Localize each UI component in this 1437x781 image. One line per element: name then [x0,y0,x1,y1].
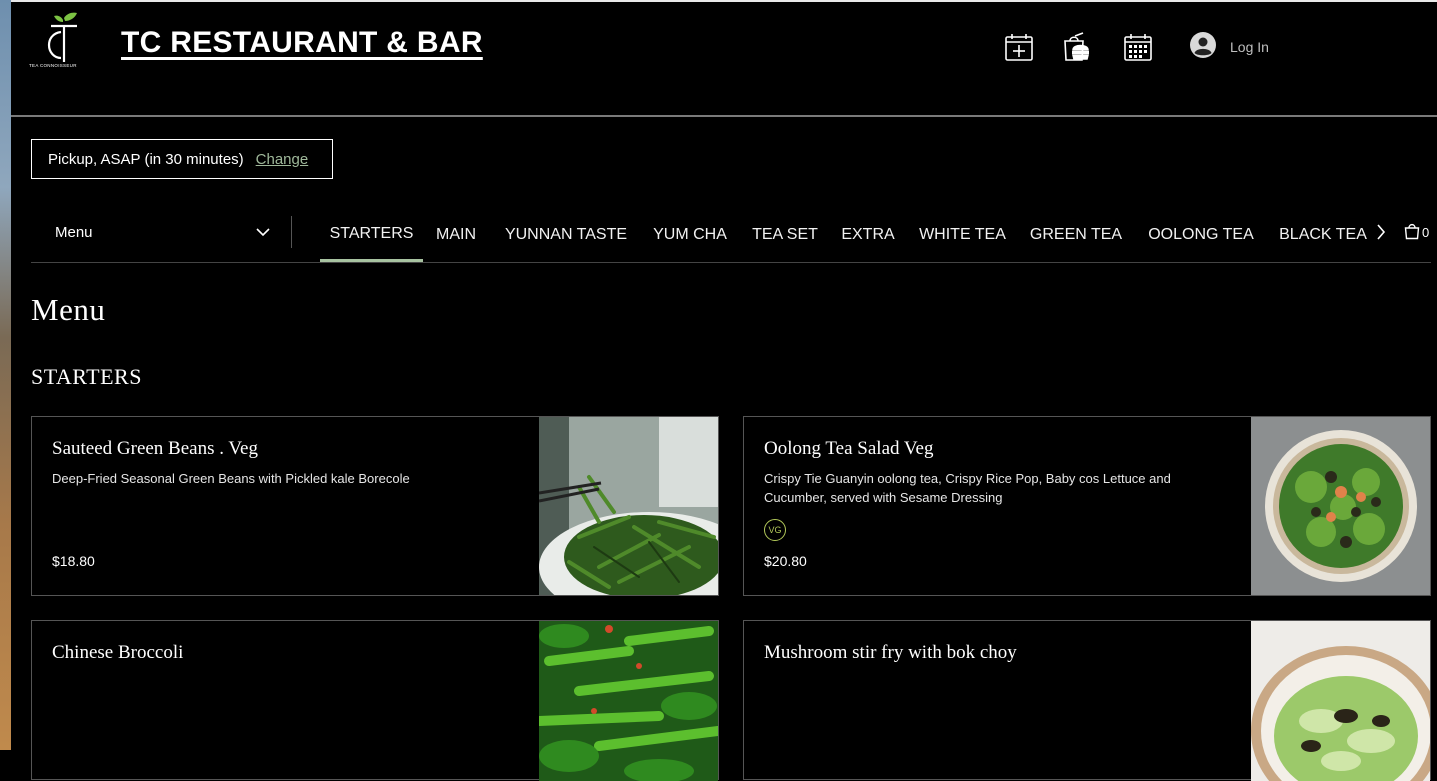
item-price: $18.80 [52,553,95,569]
tab-green-tea[interactable]: GREEN TEA [1028,208,1124,262]
oolong-tea-salad-photo [1251,417,1430,595]
login-label: Log In [1230,39,1269,55]
item-description: Crispy Tie Guanyin oolong tea, Crispy Ri… [764,471,1171,505]
tab-tea-set[interactable]: TEA SET [750,208,820,262]
menu-dropdown[interactable]: Menu [31,216,281,248]
tab-main[interactable]: MAIN [431,208,481,262]
tab-extra[interactable]: EXTRA [839,208,897,262]
tab-oolong-tea[interactable]: OOLONG TEA [1142,208,1260,262]
chevron-down-icon [255,225,271,242]
site-header: TEA CONNOISSEUR TC RESTAURANT & BAR Log … [11,2,1437,115]
tabs-divider [291,216,292,248]
item-name: Chinese Broccoli [52,642,184,663]
logo-caption: TEA CONNOISSEUR [29,63,77,68]
item-name: Mushroom stir fry with bok choy [764,642,1017,663]
page-title: Menu [31,292,106,327]
vegan-badge: VG [764,519,786,541]
tab-white-tea[interactable]: WHITE TEA [915,208,1010,262]
item-name: Sauteed Green Beans . Veg [52,438,258,459]
cart-count: 0 [1422,225,1430,240]
calendar-grid-icon[interactable] [1123,32,1153,62]
item-name: Oolong Tea Salad Veg [764,438,934,459]
page: TEA CONNOISSEUR TC RESTAURANT & BAR Log … [11,0,1437,781]
login-button[interactable]: Log In [1190,31,1269,63]
menu-item-card[interactable]: Mushroom stir fry with bok choy [743,620,1431,781]
calendar-plus-icon[interactable] [1004,32,1034,62]
user-avatar-icon [1190,31,1216,63]
change-pickup-link[interactable]: Change [256,151,309,168]
mushroom-bok-choy-photo [1251,621,1430,781]
menu-dropdown-value: Menu [55,223,93,241]
tab-starters[interactable]: STARTERS [320,208,423,262]
pickup-info-box: Pickup, ASAP (in 30 minutes) Change [31,139,333,179]
chevron-right-icon[interactable] [1375,222,1387,247]
tab-yunnan-taste[interactable]: YUNNAN TASTE [501,208,631,262]
header-divider [11,115,1437,117]
tab-black-tea[interactable]: BLACK TEA [1278,208,1368,262]
site-title-link[interactable]: TC RESTAURANT & BAR [121,26,483,60]
green-beans-photo [539,417,718,595]
chinese-broccoli-photo [539,621,718,781]
takeaway-bag-icon[interactable] [1061,32,1091,62]
tabs-underline-rule [31,262,1431,263]
menu-item-card[interactable]: Oolong Tea Salad Veg Crispy Tie Guanyin … [743,416,1431,596]
desktop-background [0,0,11,750]
section-title: STARTERS [31,364,142,389]
menu-item-card[interactable]: Sauteed Green Beans . Veg Deep-Fried Sea… [31,416,719,596]
tab-yum-cha[interactable]: YUM CHA [649,208,731,262]
item-description: Deep-Fried Seasonal Green Beans with Pic… [52,471,410,486]
item-price: $20.80 [764,553,807,569]
cart-button[interactable]: 0 [1404,222,1429,243]
pickup-label: Pickup, ASAP (in 30 minutes) [48,150,244,168]
shopping-bag-icon [1404,222,1420,243]
menu-item-card[interactable]: Chinese Broccoli [31,620,719,781]
